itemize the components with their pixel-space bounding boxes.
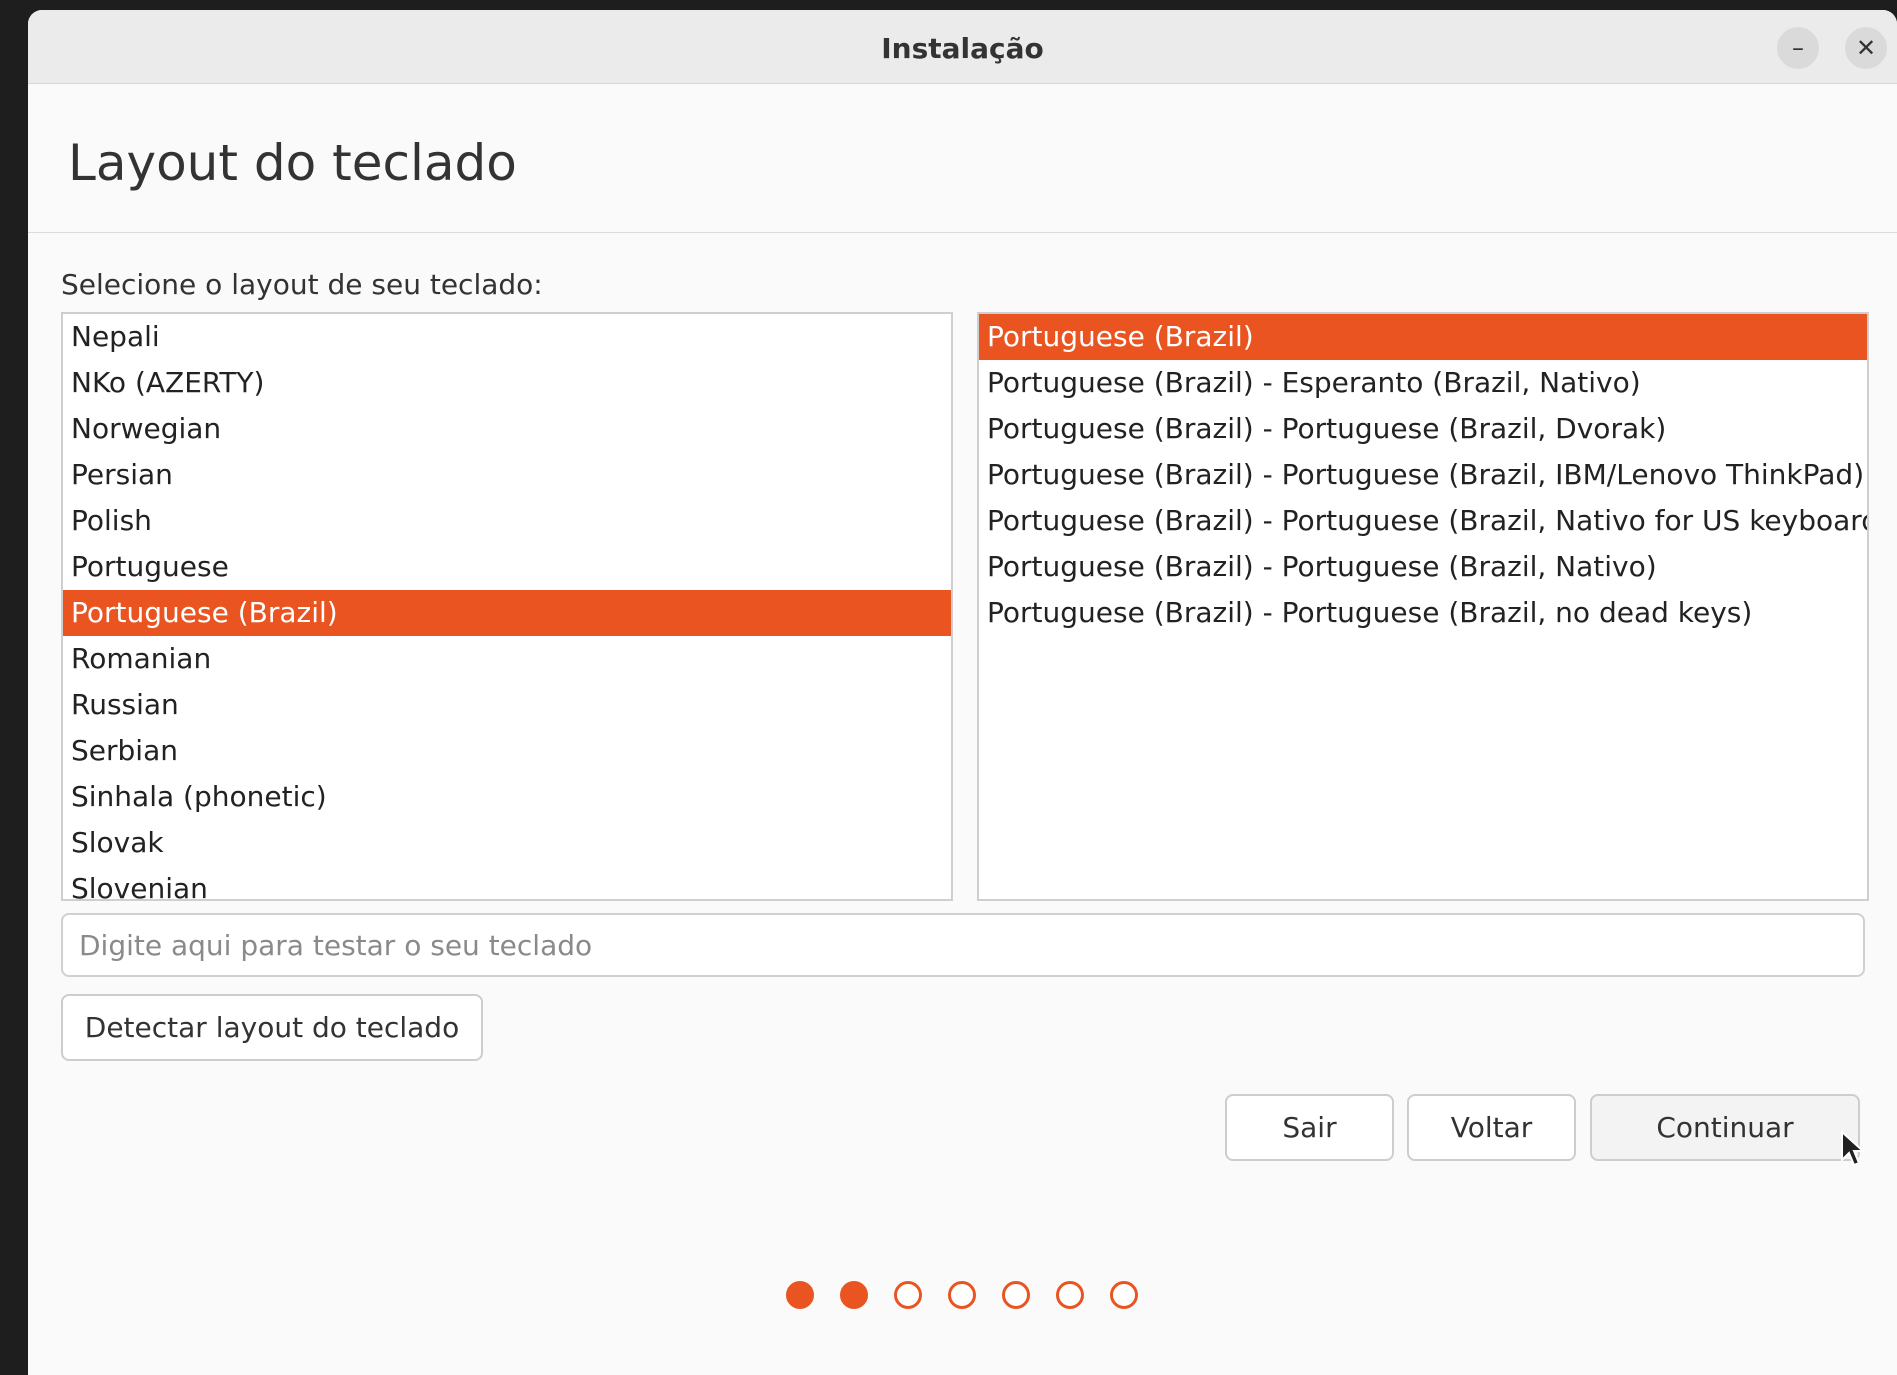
step-dot <box>786 1281 814 1309</box>
page-header: Layout do teclado <box>28 84 1897 233</box>
layout-list-item[interactable]: Polish <box>63 498 951 544</box>
variant-list-item[interactable]: Portuguese (Brazil) - Portuguese (Brazil… <box>979 544 1867 590</box>
variant-list-item[interactable]: Portuguese (Brazil) <box>979 314 1867 360</box>
detect-layout-button[interactable]: Detectar layout do teclado <box>61 994 483 1061</box>
step-dot <box>840 1281 868 1309</box>
minimize-icon: – <box>1792 34 1804 62</box>
layout-list-item[interactable]: NKo (AZERTY) <box>63 360 951 406</box>
continue-button[interactable]: Continuar <box>1590 1094 1860 1161</box>
step-dot <box>1110 1281 1138 1309</box>
quit-button[interactable]: Sair <box>1225 1094 1394 1161</box>
step-dot <box>1002 1281 1030 1309</box>
layout-list-item[interactable]: Russian <box>63 682 951 728</box>
keyboard-variant-list[interactable]: Portuguese (Brazil) Portuguese (Brazil) -… <box>977 312 1869 901</box>
variant-list-item[interactable]: Portuguese (Brazil) - Portuguese (Brazil… <box>979 590 1867 636</box>
title-bar: Instalação – ✕ <box>28 10 1897 84</box>
variant-list-item[interactable]: Portuguese (Brazil) - Portuguese (Brazil… <box>979 498 1867 544</box>
installer-window: Instalação – ✕ Layout do teclado Selecio… <box>28 10 1897 1375</box>
layout-list-item[interactable]: Serbian <box>63 728 951 774</box>
step-dot <box>894 1281 922 1309</box>
layout-prompt-label: Selecione o layout de seu teclado: <box>61 268 543 301</box>
layout-list-item[interactable]: Sinhala (phonetic) <box>63 774 951 820</box>
layout-list-item[interactable]: Slovenian <box>63 866 951 899</box>
layout-list-item[interactable]: Portuguese <box>63 544 951 590</box>
close-button[interactable]: ✕ <box>1845 27 1887 69</box>
minimize-button[interactable]: – <box>1777 27 1819 69</box>
layout-list-item[interactable]: Romanian <box>63 636 951 682</box>
step-dot <box>1056 1281 1084 1309</box>
keyboard-layout-list[interactable]: Nepali NKo (AZERTY) Norwegian Persian Polish… <box>61 312 953 901</box>
step-dot <box>948 1281 976 1309</box>
layout-list-item[interactable]: Portuguese (Brazil) <box>63 590 951 636</box>
variant-list-item[interactable]: Portuguese (Brazil) - Portuguese (Brazil… <box>979 452 1867 498</box>
back-button[interactable]: Voltar <box>1407 1094 1576 1161</box>
variant-list-item[interactable]: Portuguese (Brazil) - Portuguese (Brazil… <box>979 406 1867 452</box>
keyboard-test-input[interactable] <box>61 913 1865 977</box>
mouse-cursor-icon <box>1841 1130 1866 1167</box>
close-icon: ✕ <box>1855 34 1877 62</box>
layout-list-item[interactable]: Norwegian <box>63 406 951 452</box>
window-title: Instalação <box>881 32 1044 65</box>
page-title: Layout do teclado <box>68 134 517 192</box>
variant-list-item[interactable]: Portuguese (Brazil) - Esperanto (Brazil,… <box>979 360 1867 406</box>
layout-list-item[interactable]: Nepali <box>63 314 951 360</box>
layout-list-item[interactable]: Persian <box>63 452 951 498</box>
layout-list-item[interactable]: Slovak <box>63 820 951 866</box>
